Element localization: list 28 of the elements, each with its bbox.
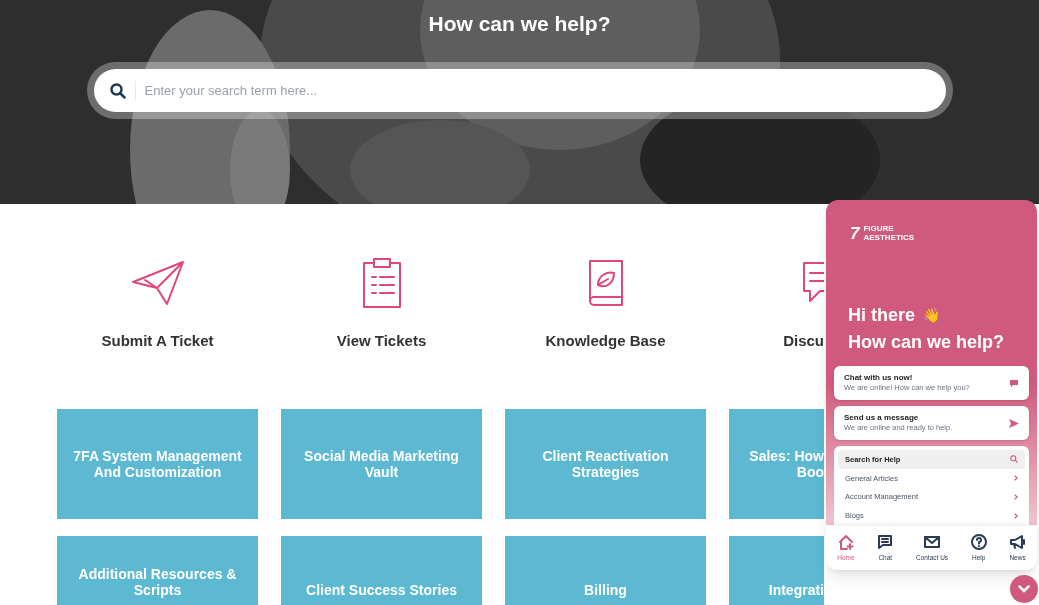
page-title: How can we help? <box>428 11 611 37</box>
search-icon <box>109 82 126 99</box>
action-label[interactable]: View Tickets <box>336 330 427 353</box>
action-label[interactable]: Submit A Ticket <box>101 330 214 353</box>
action-label[interactable]: Discu <box>783 330 824 353</box>
help-icon <box>970 533 987 550</box>
mail-icon <box>924 533 940 550</box>
chevron-right-icon <box>1014 493 1018 500</box>
search-icon <box>1010 455 1018 464</box>
chevron-right-icon <box>1014 475 1018 482</box>
greeting: Hi there <box>848 304 916 327</box>
paper-plane-icon <box>130 260 185 306</box>
logo-text: FIGURE <box>863 224 895 233</box>
home-icon <box>838 533 854 550</box>
chevron-right-icon <box>1014 512 1018 519</box>
widget-heading: How can we help? <box>848 331 1006 354</box>
logo-text: AESTHETICS <box>863 233 915 242</box>
chat-icon <box>877 533 894 550</box>
chat-bubble-icon <box>1009 378 1019 388</box>
logo-number: 7 <box>850 224 860 242</box>
search-field[interactable]: Enter your search term here... <box>93 68 946 112</box>
send-icon <box>1009 418 1019 428</box>
chevron-down-icon <box>1018 585 1030 593</box>
collapse-button[interactable] <box>1010 575 1038 603</box>
megaphone-icon <box>1009 533 1026 550</box>
wave-emoji: 👋 <box>923 306 941 325</box>
action-label[interactable]: Knowledge Base <box>545 330 666 353</box>
chat-icon <box>802 261 824 305</box>
